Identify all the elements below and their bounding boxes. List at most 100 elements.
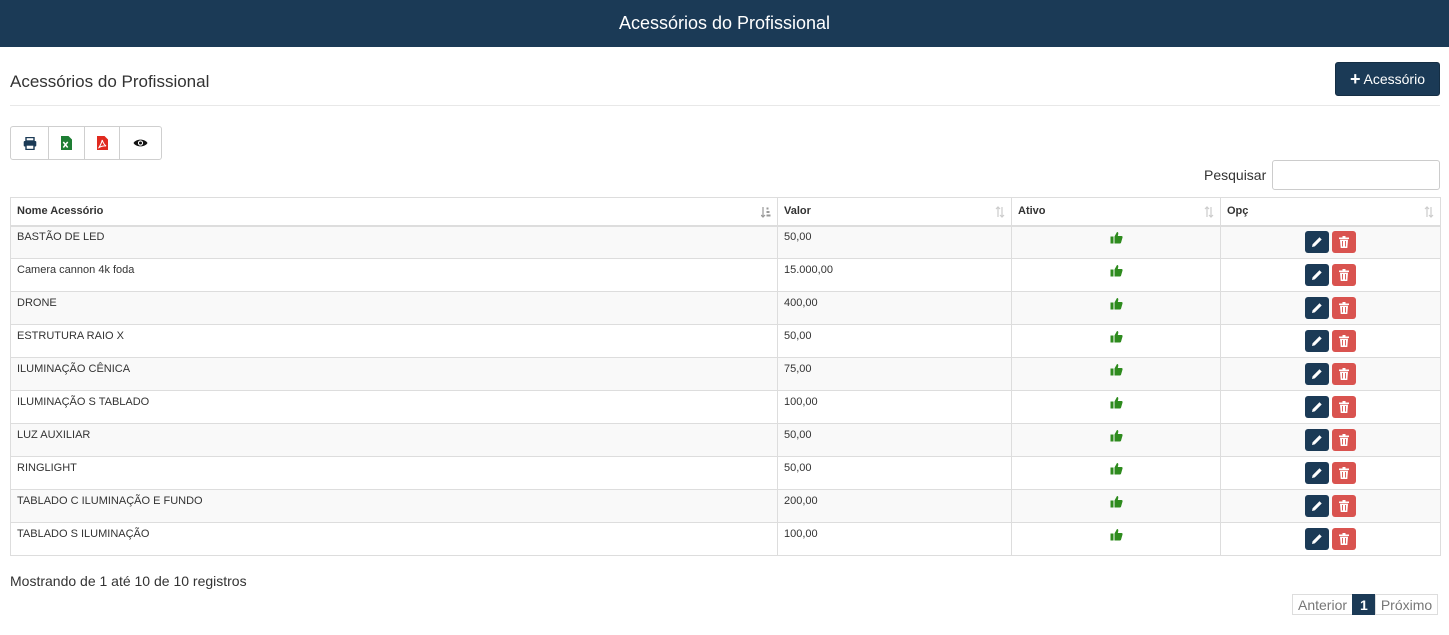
delete-button[interactable] <box>1332 363 1356 385</box>
thumbs-up-icon <box>1110 264 1123 277</box>
table-header-row: Nome Acessório Valor Ativo Opç <box>10 197 1441 227</box>
delete-button[interactable] <box>1332 231 1356 254</box>
sort-icon <box>995 206 1005 218</box>
table-row: Camera cannon 4k foda 15.000,00 <box>10 258 1441 292</box>
accessory-name: ILUMINAÇÃO CÊNICA <box>10 357 778 391</box>
table-row: ILUMINAÇÃO S TABLADO 100,00 <box>10 390 1441 424</box>
accessory-name: DRONE <box>10 291 778 325</box>
active-cell <box>1011 423 1221 457</box>
next-page-button[interactable]: Próximo <box>1374 594 1439 615</box>
add-accessory-button[interactable]: + Acessório <box>1335 62 1440 96</box>
columns-visibility-button[interactable] <box>120 127 161 159</box>
active-cell <box>1011 522 1221 556</box>
table-row: ESTRUTURA RAIO X 50,00 <box>10 324 1441 358</box>
table-row: BASTÃO DE LED 50,00 <box>10 225 1441 259</box>
sort-asc-icon <box>761 207 771 218</box>
column-header-label: Nome Acessório <box>17 205 104 218</box>
column-header-label: Ativo <box>1018 205 1046 218</box>
accessory-name: BASTÃO DE LED <box>10 225 778 259</box>
active-cell <box>1011 390 1221 424</box>
thumbs-up-icon <box>1110 396 1123 409</box>
edit-button[interactable] <box>1305 264 1329 286</box>
accessory-value: 400,00 <box>777 291 1012 325</box>
column-header-name[interactable]: Nome Acessório <box>10 197 778 227</box>
options-cell <box>1220 291 1441 325</box>
active-cell <box>1011 225 1221 259</box>
options-cell <box>1220 522 1441 556</box>
accessory-value: 100,00 <box>777 522 1012 556</box>
delete-button[interactable] <box>1332 396 1356 418</box>
previous-page-button[interactable]: Anterior <box>1292 594 1354 615</box>
table-row: ILUMINAÇÃO CÊNICA 75,00 <box>10 357 1441 391</box>
delete-button[interactable] <box>1332 330 1356 352</box>
edit-button[interactable] <box>1305 363 1329 385</box>
app-header-title: Acessórios do Profissional <box>618 13 831 33</box>
options-cell <box>1220 357 1441 391</box>
options-cell <box>1220 456 1441 490</box>
accessory-name: TABLADO C ILUMINAÇÃO E FUNDO <box>10 489 778 523</box>
accessory-name: Camera cannon 4k foda <box>10 258 778 292</box>
accessory-value: 50,00 <box>777 225 1012 259</box>
edit-button[interactable] <box>1305 396 1329 418</box>
search-label: Pesquisar <box>1204 167 1267 183</box>
accessory-value: 50,00 <box>777 324 1012 358</box>
eye-icon <box>133 139 148 147</box>
delete-button[interactable] <box>1332 495 1356 517</box>
search-input[interactable] <box>1272 160 1440 190</box>
pencil-icon <box>1312 402 1322 412</box>
options-cell <box>1220 324 1441 358</box>
edit-button[interactable] <box>1305 462 1329 484</box>
pencil-icon <box>1312 435 1322 445</box>
delete-button[interactable] <box>1332 429 1356 451</box>
thumbs-up-icon <box>1110 429 1123 442</box>
page-1-button[interactable]: 1 <box>1352 594 1376 615</box>
active-cell <box>1011 324 1221 358</box>
table-row: RINGLIGHT 50,00 <box>10 456 1441 490</box>
delete-button[interactable] <box>1332 528 1356 550</box>
trash-icon <box>1339 269 1349 281</box>
pencil-icon <box>1312 369 1322 379</box>
edit-button[interactable] <box>1305 330 1329 352</box>
accessories-table: Nome Acessório Valor Ativo Opç BASTÃO DE… <box>10 197 1441 556</box>
table-row: LUZ AUXILIAR 50,00 <box>10 423 1441 457</box>
column-header-active[interactable]: Ativo <box>1011 197 1221 227</box>
options-cell <box>1220 423 1441 457</box>
accessory-value: 100,00 <box>777 390 1012 424</box>
column-header-label: Valor <box>784 205 811 218</box>
thumbs-up-icon <box>1110 495 1123 508</box>
edit-button[interactable] <box>1305 429 1329 451</box>
pencil-icon <box>1312 336 1322 346</box>
accessory-name: TABLADO S ILUMINAÇÃO <box>10 522 778 556</box>
active-cell <box>1011 258 1221 292</box>
delete-button[interactable] <box>1332 297 1356 319</box>
delete-button[interactable] <box>1332 264 1356 286</box>
active-cell <box>1011 291 1221 325</box>
edit-button[interactable] <box>1305 528 1329 550</box>
column-header-options[interactable]: Opç <box>1220 197 1441 227</box>
page-title: Acessórios do Profissional <box>10 72 210 91</box>
accessory-name: ILUMINAÇÃO S TABLADO <box>10 390 778 424</box>
accessory-name: ESTRUTURA RAIO X <box>10 324 778 358</box>
table-row: TABLADO S ILUMINAÇÃO 100,00 <box>10 522 1441 556</box>
table-info: Mostrando de 1 até 10 de 10 registros <box>10 573 247 589</box>
edit-button[interactable] <box>1305 231 1329 254</box>
accessory-name: RINGLIGHT <box>10 456 778 490</box>
trash-icon <box>1339 500 1349 512</box>
thumbs-up-icon <box>1110 231 1123 244</box>
thumbs-up-icon <box>1110 528 1123 541</box>
pdf-button[interactable] <box>85 127 120 159</box>
delete-button[interactable] <box>1332 462 1356 484</box>
print-button[interactable] <box>11 127 49 159</box>
pencil-icon <box>1312 468 1322 478</box>
trash-icon <box>1339 467 1349 479</box>
edit-button[interactable] <box>1305 495 1329 517</box>
accessory-value: 50,00 <box>777 456 1012 490</box>
accessory-value: 50,00 <box>777 423 1012 457</box>
app-header: Acessórios do Profissional <box>0 0 1449 47</box>
options-cell <box>1220 489 1441 523</box>
trash-icon <box>1339 302 1349 314</box>
table-row: TABLADO C ILUMINAÇÃO E FUNDO 200,00 <box>10 489 1441 523</box>
excel-button[interactable] <box>49 127 85 159</box>
column-header-value[interactable]: Valor <box>777 197 1012 227</box>
edit-button[interactable] <box>1305 297 1329 319</box>
